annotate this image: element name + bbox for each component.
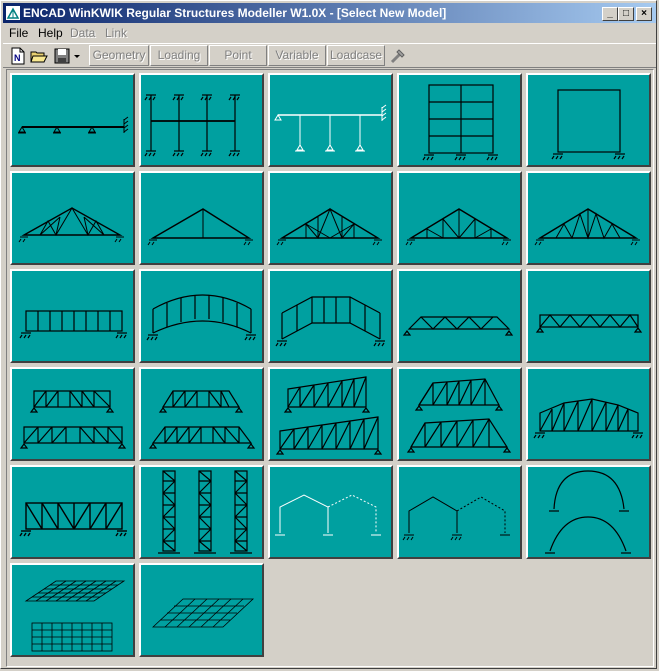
open-folder-icon[interactable] bbox=[30, 47, 48, 65]
model-tile-multi-storey-frame[interactable] bbox=[397, 73, 522, 167]
dropdown-arrow-icon[interactable] bbox=[72, 47, 82, 65]
model-tile-sloped-truss-pair[interactable] bbox=[268, 367, 393, 461]
loading-button[interactable]: Loading bbox=[150, 45, 208, 66]
model-tile-grillage-pair[interactable] bbox=[10, 563, 135, 657]
model-tile-multi-bay-portal-2[interactable] bbox=[397, 465, 522, 559]
variable-button[interactable]: Variable bbox=[268, 45, 326, 66]
model-tile-warren-girder[interactable] bbox=[397, 269, 522, 363]
model-tile-grillage-skew[interactable] bbox=[139, 563, 264, 657]
close-button[interactable]: × bbox=[636, 7, 652, 21]
model-grid bbox=[6, 69, 654, 667]
model-tile-flat-warren-girder[interactable] bbox=[526, 269, 651, 363]
model-tile-trapezoid-truss[interactable] bbox=[526, 367, 651, 461]
point-button[interactable]: Point bbox=[209, 45, 267, 66]
app-window: ENCAD WinKWIK Regular Structures Modelle… bbox=[0, 0, 657, 669]
model-tile-n-girder-pair[interactable] bbox=[10, 367, 135, 461]
model-tile-warren-truss[interactable] bbox=[526, 171, 651, 265]
model-tile-n-truss[interactable] bbox=[10, 465, 135, 559]
save-disk-icon[interactable] bbox=[53, 47, 71, 65]
geometry-button[interactable]: Geometry bbox=[89, 45, 149, 66]
new-file-icon[interactable]: N bbox=[9, 47, 27, 65]
minimize-button[interactable]: _ bbox=[602, 7, 618, 21]
model-tile-pratt-truss[interactable] bbox=[397, 171, 522, 265]
tools-icon[interactable] bbox=[389, 47, 407, 65]
model-tile-curved-truss-pair[interactable] bbox=[397, 367, 522, 461]
app-icon bbox=[6, 6, 20, 20]
model-tile-vierendeel-girder[interactable] bbox=[10, 269, 135, 363]
menu-bar: File Help Data Link bbox=[3, 24, 656, 42]
window-title: ENCAD WinKWIK Regular Structures Modelle… bbox=[23, 6, 447, 20]
loadcase-button[interactable]: Loadcase bbox=[327, 45, 385, 66]
svg-text:N: N bbox=[14, 53, 21, 63]
menu-link[interactable]: Link bbox=[105, 26, 127, 40]
model-tile-howe-truss[interactable] bbox=[268, 171, 393, 265]
model-tile-multi-storey-frame-plan[interactable] bbox=[139, 73, 264, 167]
model-tile-simple-truss[interactable] bbox=[139, 171, 264, 265]
title-bar: ENCAD WinKWIK Regular Structures Modelle… bbox=[3, 3, 656, 23]
menu-file[interactable]: File bbox=[9, 26, 28, 40]
model-tile-multi-bay-portal[interactable] bbox=[268, 465, 393, 559]
model-tile-arches[interactable] bbox=[526, 465, 651, 559]
maximize-button[interactable]: □ bbox=[618, 7, 634, 21]
model-tile-gabled-vierendeel[interactable] bbox=[268, 269, 393, 363]
model-tile-arched-vierendeel[interactable] bbox=[139, 269, 264, 363]
menu-help[interactable]: Help bbox=[38, 26, 63, 40]
model-tile-lattice-towers[interactable] bbox=[139, 465, 264, 559]
model-tile-bowstring-truss-pair[interactable] bbox=[139, 367, 264, 461]
model-tile-fink-truss[interactable] bbox=[10, 171, 135, 265]
model-tile-portal-frame[interactable] bbox=[526, 73, 651, 167]
toolbar: N Geometry Loading Point Variable Loadca… bbox=[3, 43, 656, 68]
model-tile-beam-on-columns[interactable] bbox=[268, 73, 393, 167]
model-tile-continuous-beam[interactable] bbox=[10, 73, 135, 167]
menu-data[interactable]: Data bbox=[70, 26, 95, 40]
